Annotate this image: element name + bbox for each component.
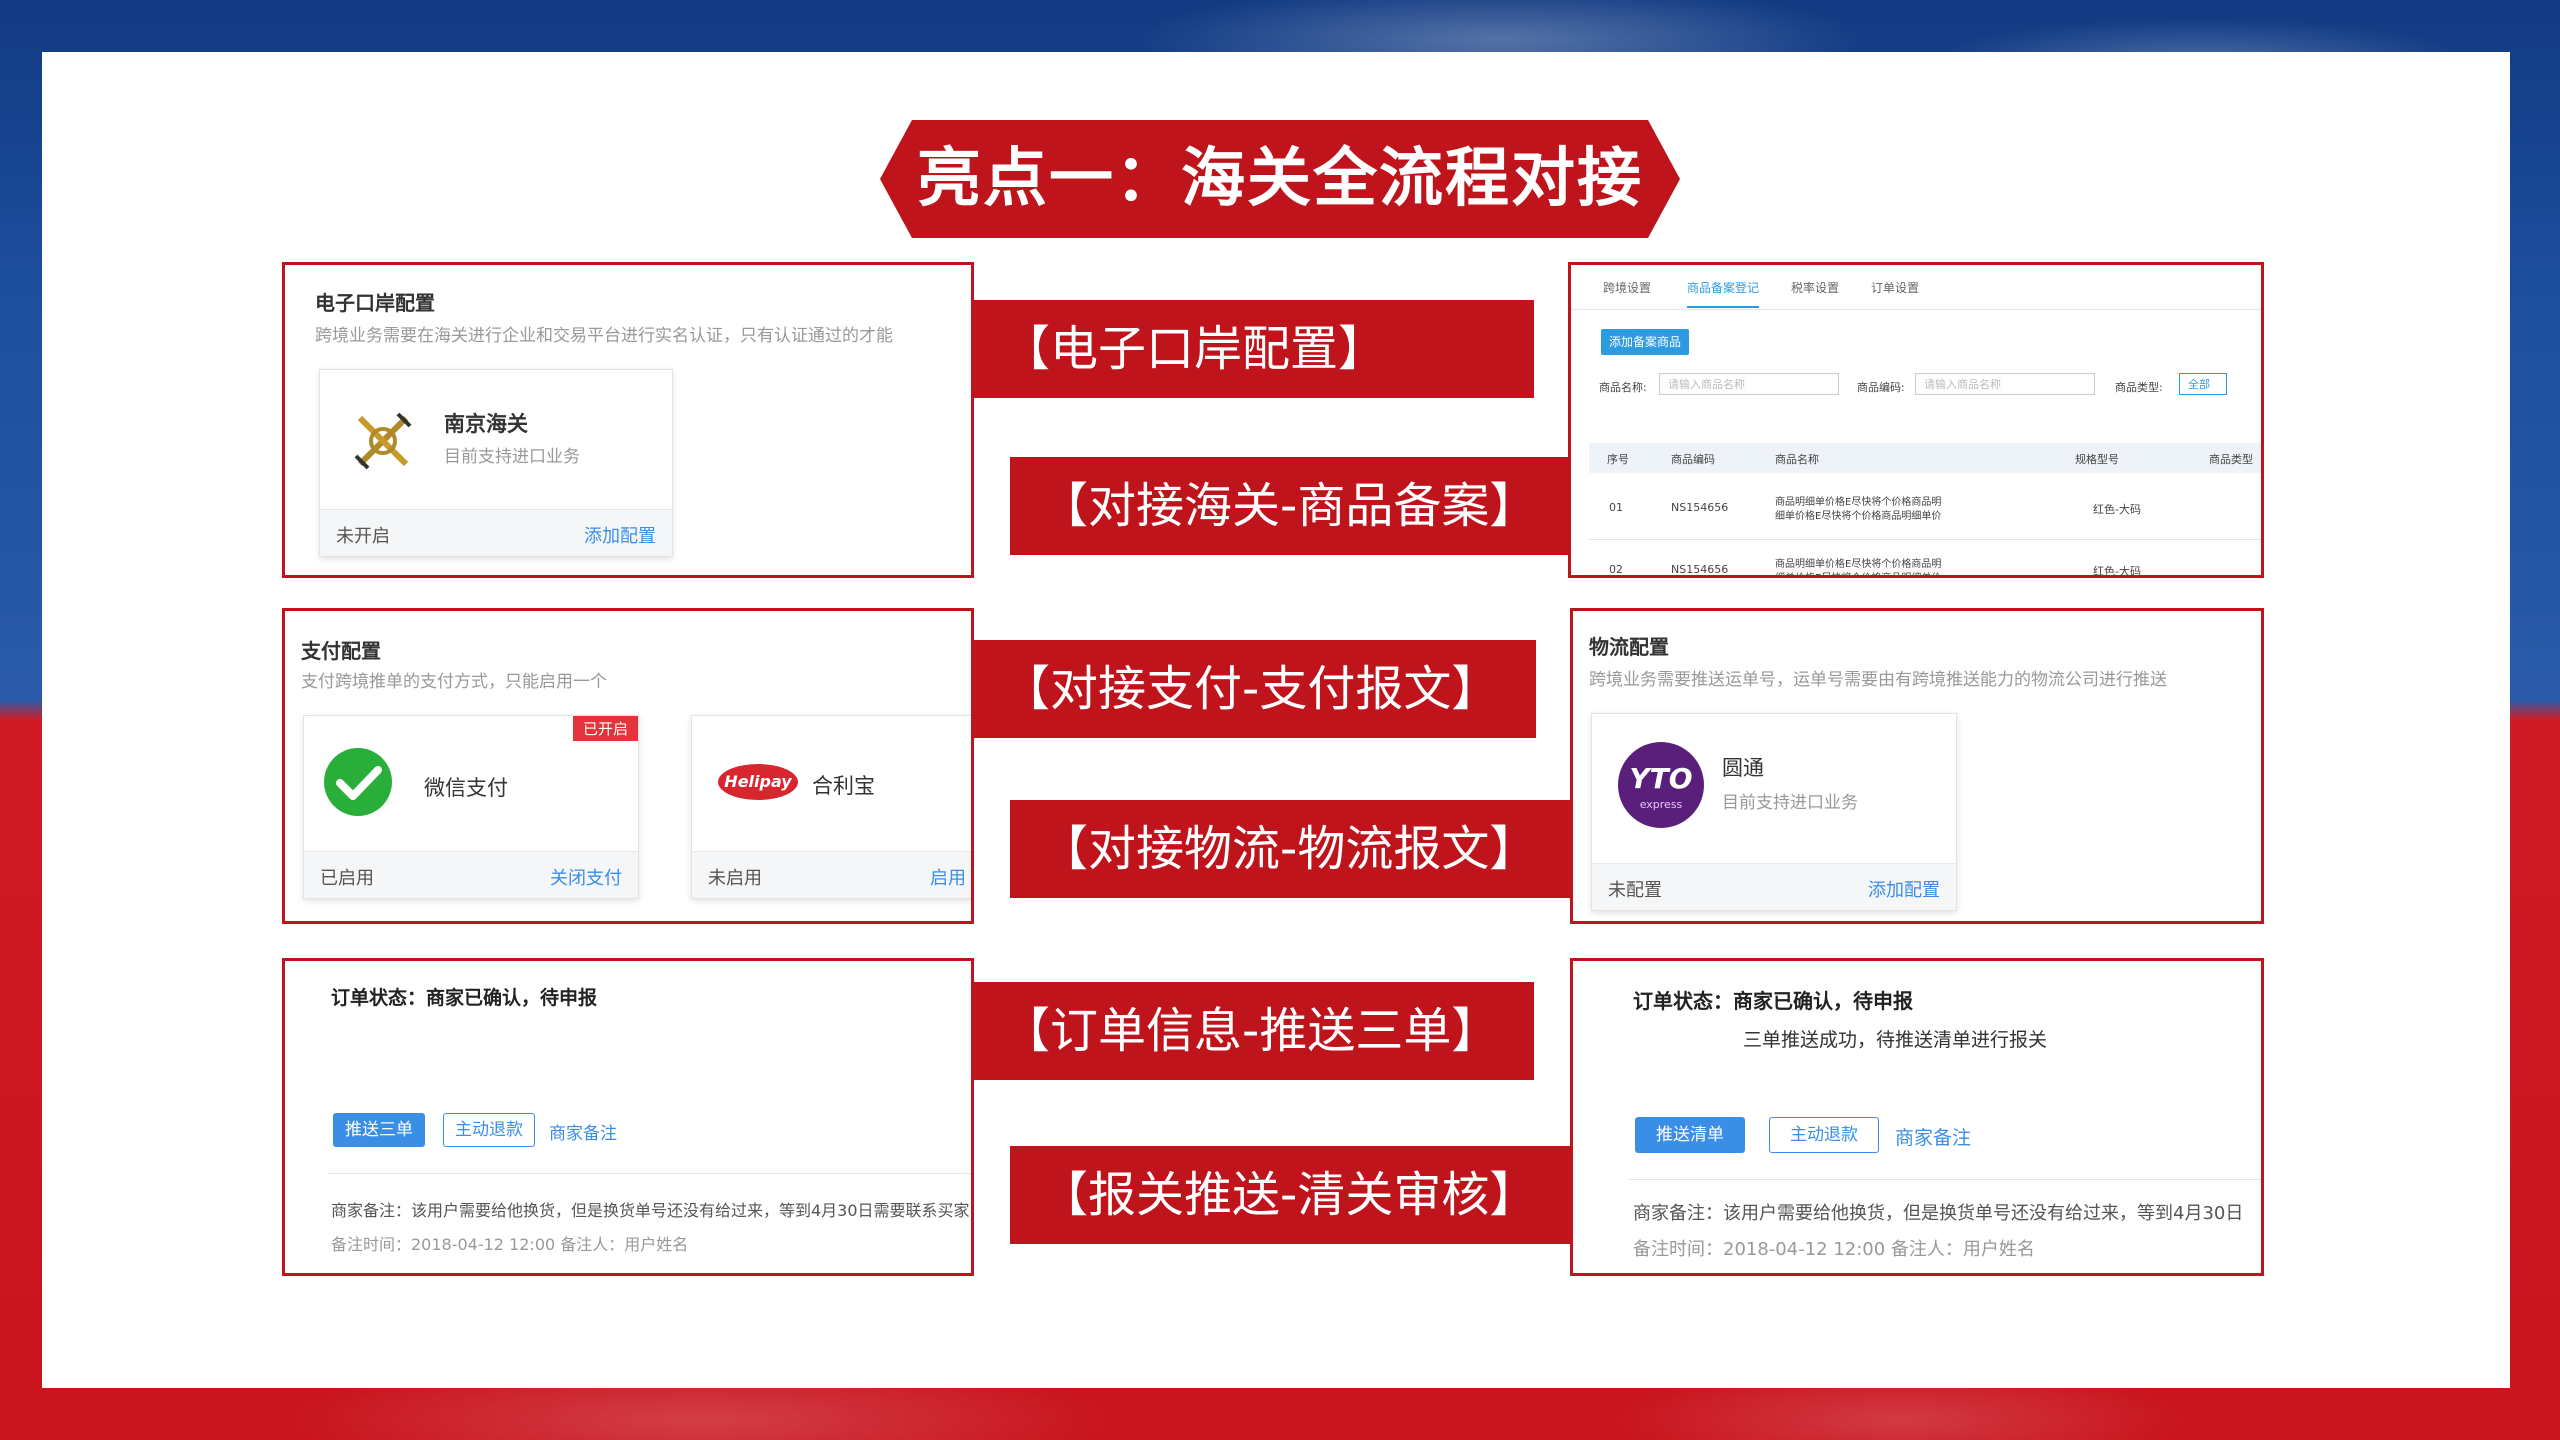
row-no: 02 [1609, 563, 1623, 576]
helipay-name: 合利宝 [812, 774, 875, 798]
goods-code-label: 商品编码: [1857, 381, 1905, 394]
divider [327, 1173, 971, 1174]
tab-tax-rate[interactable]: 税率设置 [1791, 279, 1839, 296]
order-sub-status: 三单推送成功，待推送清单进行报关 [1743, 1029, 2048, 1051]
divider [1629, 1179, 2261, 1180]
row-spec: 红色-大码 [2093, 503, 2141, 516]
pay-title: 支付配置 [301, 639, 381, 663]
logistics-config-screenshot: 物流配置 跨境业务需要推送运单号，运单号需要由有跨境推送能力的物流公司进行推送 … [1570, 608, 2264, 924]
tab-goods-registration[interactable]: 商品备案登记 [1687, 279, 1760, 308]
wechat-pay-card[interactable]: 微信支付 已开启 已启用 关闭支付 [303, 715, 639, 899]
label-logistics: 【对接物流-物流报文】 [1010, 800, 1572, 898]
payment-config-screenshot: 支付配置 支付跨境推单的支付方式，只能启用一个 微信支付 已开启 已启用 关闭支… [282, 608, 974, 924]
card-footer: 未开启 添加配置 [320, 509, 672, 556]
tab-crossborder[interactable]: 跨境设置 [1603, 279, 1651, 296]
yto-name: 圆通 [1722, 756, 1764, 780]
tab-order-settings[interactable]: 订单设置 [1871, 279, 1919, 296]
goods-code-input[interactable]: 请输入商品名称 [1915, 373, 2095, 395]
note-time: 备注时间：2018-04-12 12:00 备注人：用户姓名 [1633, 1239, 2035, 1260]
customs-name: 南京海关 [444, 412, 528, 436]
col-no: 序号 [1607, 453, 1629, 466]
tab-divider [1571, 309, 2261, 310]
yto-card[interactable]: YTO express 圆通 目前支持进口业务 未配置 添加配置 [1591, 713, 1957, 911]
slide-title: 亮点一：海关全流程对接 [917, 142, 1643, 216]
goods-name-input[interactable]: 请输入商品名称 [1659, 373, 1839, 395]
customs-emblem-icon [348, 406, 418, 476]
row-code: NS154656 [1671, 563, 1729, 576]
yto-express-logo-icon: YTO express [1618, 742, 1704, 828]
wechat-pay-icon [322, 746, 394, 818]
status-badge: 已开启 [572, 716, 638, 741]
label-customs: 【报关推送-清关审核】 [1010, 1146, 1572, 1244]
card-footer: 未配置 添加配置 [1592, 863, 1956, 910]
order-status: 订单状态：商家已确认，待申报 [1633, 989, 1913, 1013]
row-spec: 红色-大码 [2093, 565, 2141, 578]
helipay-logo-icon: Helipay [718, 764, 798, 800]
row-name: 商品明细单价格E尽快将个价格商品明 [1775, 497, 1942, 508]
card-footer: 未启用 启用 [692, 851, 971, 898]
row-name: 商品明细单价格E尽快将个价格商品明 [1775, 559, 1942, 570]
push-three-orders-button[interactable]: 推送三单 [333, 1113, 425, 1147]
helipay-card[interactable]: Helipay 合利宝 未启用 启用 [691, 715, 971, 899]
row-divider [1589, 539, 2261, 540]
push-customs-list-button[interactable]: 推送清单 [1635, 1117, 1745, 1153]
merchant-note-link[interactable]: 商家备注 [549, 1119, 617, 1144]
row-code: NS154656 [1671, 501, 1729, 514]
eport-desc: 跨境业务需要在海关进行企业和交易平台进行实名认证，只有认证通过的才能 [315, 326, 893, 346]
col-type: 商品类型 [2209, 453, 2253, 466]
order-push-screenshot: 订单状态：商家已确认，待申报 推送三单 主动退款 商家备注 商家备注：该用户需要… [282, 958, 974, 1276]
label-order: 【订单信息-推送三单】 [972, 982, 1534, 1080]
add-config-link[interactable]: 添加配置 [584, 522, 656, 548]
yto-desc: 目前支持进口业务 [1722, 793, 1858, 813]
row-no: 01 [1609, 501, 1623, 514]
enable-pay-link[interactable]: 启用 [930, 864, 966, 890]
merchant-note: 商家备注：该用户需要给他换货，但是换货单号还没有给过来，等到4月30日需要联系买… [331, 1201, 970, 1220]
pay-desc: 支付跨境推单的支付方式，只能启用一个 [301, 672, 607, 692]
add-goods-button[interactable]: 添加备案商品 [1601, 329, 1689, 355]
row-name-cont: 细单价格E尽快将个价格商品明细单价 [1775, 569, 1941, 575]
close-pay-link[interactable]: 关闭支付 [550, 864, 622, 890]
merchant-note: 商家备注：该用户需要给他换货，但是换货单号还没有给过来，等到4月30日 [1633, 1203, 2244, 1224]
customs-status: 未开启 [336, 526, 390, 547]
goods-type-label: 商品类型: [2115, 381, 2163, 394]
merchant-note-link[interactable]: 商家备注 [1895, 1123, 1971, 1150]
row-name-cont: 细单价格E尽快将个价格商品明细单价 [1775, 511, 1942, 522]
yto-status: 未配置 [1608, 880, 1662, 901]
eport-title: 电子口岸配置 [315, 291, 435, 315]
label-pay: 【对接支付-支付报文】 [972, 640, 1536, 738]
goods-type-select[interactable]: 全部 [2179, 373, 2227, 395]
yto-logo-text: YTO [1629, 762, 1693, 795]
logistics-title: 物流配置 [1589, 635, 1669, 659]
yto-logo-sub: express [1639, 798, 1683, 811]
logistics-desc: 跨境业务需要推送运单号，运单号需要由有跨境推送能力的物流公司进行推送 [1589, 670, 2167, 690]
customs-desc: 目前支持进口业务 [444, 447, 580, 467]
col-spec: 规格型号 [2075, 453, 2119, 466]
goods-registration-screenshot: 跨境设置 商品备案登记 税率设置 订单设置 添加备案商品 商品名称: 请输入商品… [1568, 262, 2264, 578]
table-header: 序号 商品编码 商品名称 规格型号 商品类型 [1589, 443, 2261, 473]
goods-name-label: 商品名称: [1599, 381, 1647, 394]
customs-card[interactable]: 南京海关 目前支持进口业务 未开启 添加配置 [319, 369, 673, 557]
col-code: 商品编码 [1671, 453, 1715, 466]
wechat-pay-status: 已启用 [320, 868, 374, 889]
col-name: 商品名称 [1775, 453, 1819, 466]
order-status: 订单状态：商家已确认，待申报 [331, 987, 598, 1009]
refund-button[interactable]: 主动退款 [1769, 1117, 1879, 1153]
helipay-status: 未启用 [708, 868, 762, 889]
refund-button[interactable]: 主动退款 [443, 1113, 535, 1147]
wechat-pay-name: 微信支付 [424, 776, 508, 800]
customs-push-screenshot: 订单状态：商家已确认，待申报 三单推送成功，待推送清单进行报关 推送清单 主动退… [1570, 958, 2264, 1276]
label-eport: 【电子口岸配置】 [972, 300, 1534, 398]
label-goods: 【对接海关-商品备案】 [1010, 457, 1572, 555]
note-time: 备注时间：2018-04-12 12:00 备注人：用户姓名 [331, 1235, 689, 1254]
eport-config-screenshot: 电子口岸配置 跨境业务需要在海关进行企业和交易平台进行实名认证，只有认证通过的才… [282, 262, 974, 578]
card-footer: 已启用 关闭支付 [304, 851, 638, 898]
add-logistics-config-link[interactable]: 添加配置 [1868, 876, 1940, 902]
